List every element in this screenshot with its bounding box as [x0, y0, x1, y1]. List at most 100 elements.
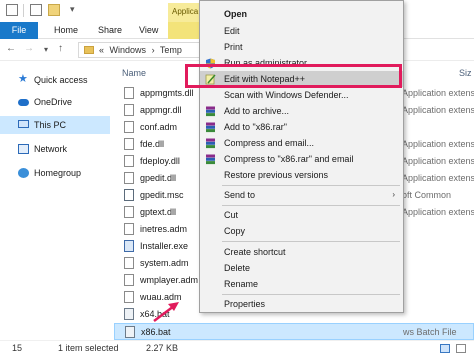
- file-name: Installer.exe: [140, 241, 189, 251]
- menu-item-label: Create shortcut: [224, 247, 286, 257]
- large-icons-view-icon[interactable]: [456, 344, 466, 353]
- file-name: fde.dll: [140, 139, 165, 149]
- file-name: gptext.dll: [140, 207, 177, 217]
- dll-file-icon: [124, 87, 134, 99]
- sidebar-item-label: This PC: [34, 120, 67, 130]
- menu-item-delete[interactable]: Delete: [200, 260, 403, 276]
- file-type: Application extens: [402, 88, 474, 98]
- sidebar-item-label: Homegroup: [34, 168, 82, 178]
- menu-item-copy[interactable]: Copy: [200, 223, 403, 239]
- menu-separator: [222, 185, 400, 186]
- sidebar-item-homegroup[interactable]: Homegroup: [0, 164, 110, 182]
- menu-item-add-to-archive[interactable]: Add to archive...: [200, 103, 403, 119]
- menu-item-compress-to-rar-and-email[interactable]: Compress to "x86.rar" and email: [200, 151, 403, 167]
- bat-file-icon: [125, 326, 135, 338]
- menu-item-rename[interactable]: Rename: [200, 276, 403, 292]
- tab-file[interactable]: File: [0, 22, 38, 39]
- tab-view[interactable]: View: [139, 22, 158, 39]
- new-folder-icon[interactable]: [48, 4, 60, 16]
- item-count: 15: [12, 343, 23, 353]
- menu-item-send-to[interactable]: Send to ›: [200, 187, 403, 203]
- sidebar-item-label: OneDrive: [34, 97, 73, 107]
- file-name: wmplayer.adm: [140, 275, 199, 285]
- breadcrumb-temp[interactable]: Temp: [160, 45, 182, 55]
- context-menu: Open Edit Print Run as administrator Edi…: [199, 0, 404, 313]
- selection-size: 2.27 KB: [146, 343, 179, 353]
- adm-file-icon: [124, 291, 134, 303]
- file-name: gpedit.dll: [140, 173, 177, 183]
- column-header-name[interactable]: Name: [122, 68, 146, 78]
- dll-file-icon: [124, 172, 134, 184]
- up-icon[interactable]: ↑: [58, 43, 63, 54]
- pointer-arrow-icon: [153, 302, 179, 322]
- menu-item-label: Compress and email...: [224, 138, 315, 148]
- sidebar-item-quick-access[interactable]: ★ Quick access: [0, 71, 110, 89]
- menu-item-label: Restore previous versions: [224, 170, 329, 180]
- column-header-size[interactable]: Siz: [459, 68, 472, 78]
- sidebar-item-this-pc[interactable]: This PC: [0, 116, 110, 134]
- menu-item-cut[interactable]: Cut: [200, 207, 403, 223]
- tab-home[interactable]: Home: [54, 22, 78, 39]
- back-icon[interactable]: ←: [6, 43, 16, 54]
- menu-item-label: Scan with Windows Defender...: [224, 90, 349, 100]
- details-view-icon[interactable]: [440, 344, 450, 353]
- file-row-selected[interactable]: x86.bat ws Batch File: [114, 323, 474, 340]
- menu-item-print[interactable]: Print: [200, 39, 403, 55]
- breadcrumb-overflow[interactable]: «: [99, 45, 104, 55]
- file-name: appmgr.dll: [140, 105, 182, 115]
- customize-toolbar-icon[interactable]: ▾: [70, 4, 75, 15]
- dll-file-icon: [124, 138, 134, 150]
- menu-item-add-to-rar[interactable]: Add to "x86.rar": [200, 119, 403, 135]
- menu-item-label: Open: [224, 9, 248, 19]
- winrar-icon: [205, 154, 216, 165]
- msc-file-icon: [124, 189, 134, 201]
- computer-icon: [18, 120, 29, 128]
- sidebar-item-network[interactable]: Network: [0, 140, 110, 158]
- tab-share[interactable]: Share: [98, 22, 122, 39]
- bat-file-icon: [124, 308, 134, 320]
- menu-item-label: Print: [224, 42, 243, 52]
- menu-item-create-shortcut[interactable]: Create shortcut: [200, 244, 403, 260]
- menu-item-edit[interactable]: Edit: [200, 23, 403, 39]
- menu-item-open[interactable]: Open: [200, 6, 403, 22]
- breadcrumb-windows[interactable]: Windows: [110, 45, 147, 55]
- folder-icon: [84, 46, 94, 54]
- breadcrumb: « Windows › Temp: [99, 45, 182, 55]
- status-bar: 15 1 item selected 2.27 KB: [0, 340, 474, 355]
- sidebar-item-label: Quick access: [34, 75, 88, 85]
- file-type: Application extens: [402, 139, 474, 149]
- file-type: Application extens: [402, 207, 474, 217]
- menu-item-label: Edit: [224, 26, 240, 36]
- homegroup-icon: [18, 168, 29, 178]
- cloud-icon: [18, 99, 29, 106]
- sidebar-item-onedrive[interactable]: OneDrive: [0, 93, 110, 111]
- dll-file-icon: [124, 155, 134, 167]
- adm-file-icon: [124, 257, 134, 269]
- address-bar[interactable]: « Windows › Temp: [78, 42, 202, 58]
- forward-icon[interactable]: →: [24, 43, 34, 54]
- recent-locations-icon[interactable]: ▾: [44, 45, 48, 54]
- star-icon: ★: [18, 73, 28, 85]
- adm-file-icon: [124, 121, 134, 133]
- menu-item-label: Properties: [224, 299, 266, 309]
- menu-item-label: Rename: [224, 279, 259, 289]
- folder-icon[interactable]: [6, 4, 18, 16]
- properties-icon[interactable]: [30, 4, 42, 16]
- dll-file-icon: [124, 206, 134, 218]
- file-type: ws Batch File: [403, 327, 457, 337]
- menu-item-label: Send to: [224, 190, 256, 200]
- menu-item-label: Delete: [224, 263, 251, 273]
- file-name: gpedit.msc: [140, 190, 184, 200]
- adm-file-icon: [124, 274, 134, 286]
- menu-item-restore-previous-versions[interactable]: Restore previous versions: [200, 167, 403, 183]
- menu-item-scan-with-windows-defender[interactable]: Scan with Windows Defender...: [200, 87, 403, 103]
- menu-item-properties[interactable]: Properties: [200, 296, 403, 312]
- winrar-icon: [205, 138, 216, 149]
- menu-separator: [222, 294, 400, 295]
- menu-separator: [222, 205, 400, 206]
- menu-item-compress-and-email[interactable]: Compress and email...: [200, 135, 403, 151]
- adm-file-icon: [124, 223, 134, 235]
- file-type: oft Common: [402, 190, 452, 200]
- menu-separator: [222, 241, 400, 242]
- dll-file-icon: [124, 104, 134, 116]
